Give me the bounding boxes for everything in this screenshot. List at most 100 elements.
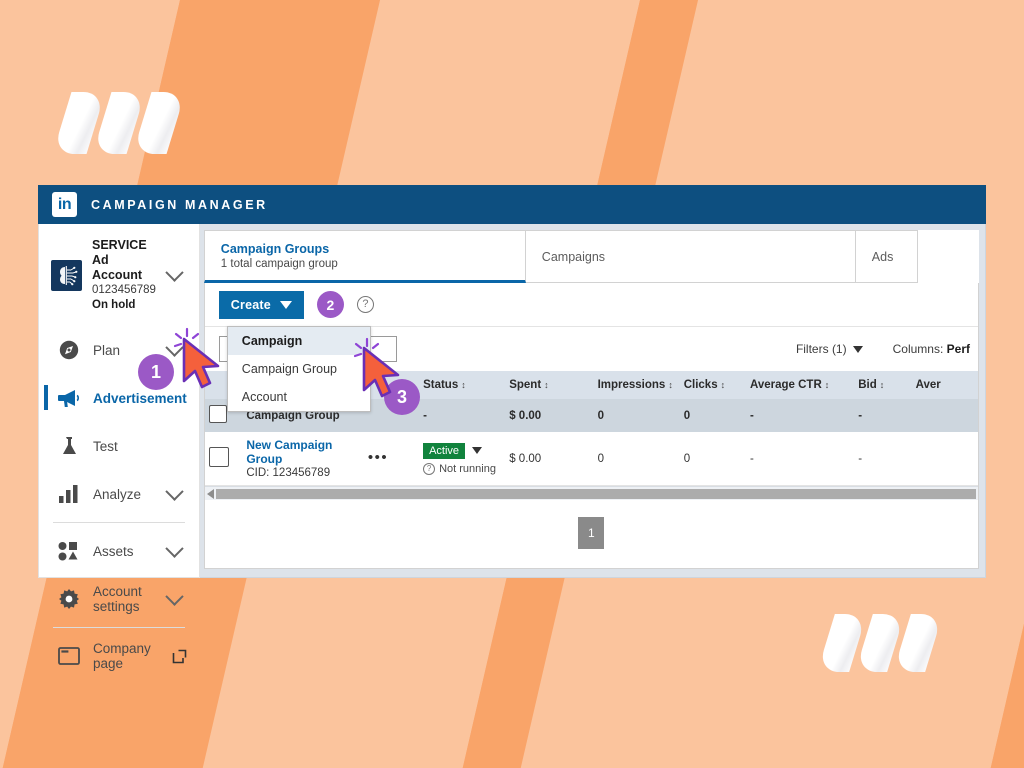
chevron-down-icon	[279, 300, 292, 309]
row-name-cell: New Campaign Group CID: 123456789	[242, 432, 364, 486]
app-header: in CAMPAIGN MANAGER	[38, 185, 986, 224]
shapes-icon	[57, 539, 81, 563]
create-dropdown-menu: Campaign Campaign Group Account	[226, 326, 371, 412]
sidebar-item-assets[interactable]: Assets	[51, 527, 187, 575]
brain-network-icon	[51, 260, 82, 291]
chevron-down-icon[interactable]	[165, 538, 184, 558]
step-marker-1: 1	[138, 354, 174, 390]
tab-label: Ads	[871, 249, 894, 264]
summary-average-ctr: -	[745, 399, 855, 432]
filters-dropdown[interactable]: Filters (1)	[796, 342, 863, 356]
sidebar: SERVICE Ad Account 0123456789 On hold Pl…	[38, 224, 200, 671]
account-id: 0123456789	[92, 284, 156, 296]
row-checkbox-cell	[204, 432, 243, 486]
summary-bid: -	[854, 399, 912, 432]
row-aver	[911, 432, 978, 486]
account-meta: 0123456789 On hold	[92, 283, 158, 313]
sort-updown-icon: ↕	[461, 380, 466, 390]
megaphone-icon	[57, 386, 81, 410]
create-button-label: Create	[230, 297, 271, 312]
menu-item-campaign-group[interactable]: Campaign Group	[228, 355, 370, 383]
gear-icon	[57, 587, 81, 611]
th-aver[interactable]: Aver	[911, 371, 978, 399]
columns-label: Columns:	[892, 342, 944, 356]
tab-label: Campaign Groups	[220, 241, 330, 256]
menu-item-campaign[interactable]: Campaign	[227, 327, 370, 355]
caret-left-icon[interactable]	[206, 488, 214, 499]
campaign-group-name[interactable]: New Campaign Group	[246, 438, 360, 466]
row-average-ctr: -	[745, 432, 855, 486]
sidebar-item-label: Test	[93, 438, 118, 454]
row-impressions: 0	[593, 432, 680, 486]
status-note: ? Not running	[423, 462, 501, 475]
toolbar: Create 2 ?	[205, 283, 978, 326]
summary-spent: $ 0.00	[505, 399, 594, 432]
account-selector[interactable]: SERVICE Ad Account 0123456789 On hold	[39, 224, 199, 326]
th-impressions[interactable]: Impressions ↕	[593, 371, 680, 399]
th-clicks[interactable]: Clicks ↕	[679, 371, 746, 399]
more-horizontal-icon[interactable]: •••	[368, 449, 388, 466]
main-content: Campaign Groups 1 total campaign group C…	[199, 224, 986, 578]
tab-campaign-groups[interactable]: Campaign Groups 1 total campaign group	[203, 230, 526, 283]
sidebar-item-label: Advertisement	[93, 390, 187, 406]
horizontal-scrollbar[interactable]	[204, 486, 978, 500]
row-actions-cell: •••	[363, 432, 420, 486]
th-status[interactable]: Status ↕	[419, 371, 506, 399]
click-sparkle-icon	[173, 327, 200, 348]
table-row[interactable]: New Campaign Group CID: 123456789 ••• Ac…	[204, 432, 978, 486]
page-button-1[interactable]: 1	[578, 516, 605, 549]
columns-selector[interactable]: Columns: Perf	[893, 342, 970, 356]
sidebar-item-label: Account settings	[93, 584, 142, 614]
th-bid[interactable]: Bid ↕	[854, 371, 912, 399]
external-link-icon[interactable]	[172, 649, 187, 664]
columns-value: Perf	[946, 342, 970, 356]
sidebar-item-analyze[interactable]: Analyze	[51, 470, 187, 518]
th-average-ctr[interactable]: Average CTR ↕	[745, 371, 855, 399]
filters-label: Filters (1)	[795, 342, 847, 356]
summary-impressions: 0	[593, 399, 680, 432]
th-spent[interactable]: Spent ↕	[505, 371, 594, 399]
caret-down-icon[interactable]	[472, 447, 483, 454]
sidebar-item-company-page[interactable]: Company page	[51, 632, 187, 680]
menu-item-account[interactable]: Account	[228, 383, 370, 411]
bar-chart-icon	[57, 482, 81, 506]
sidebar-divider	[53, 522, 185, 523]
row-checkbox[interactable]	[208, 447, 229, 467]
decorative-brand-mark	[817, 614, 943, 672]
flask-icon	[57, 434, 81, 458]
content-panel: Create 2 ? Filters (1) Columns: Perf Sta…	[203, 283, 979, 569]
sidebar-nav: Plan Advertisement Test Analyze Assets A…	[39, 326, 199, 680]
question-mark-icon[interactable]: ?	[356, 296, 374, 313]
sidebar-divider	[53, 627, 185, 628]
summary-clicks: 0	[679, 399, 746, 432]
sort-updown-icon: ↕	[720, 380, 726, 390]
tab-campaigns[interactable]: Campaigns	[525, 230, 856, 283]
decorative-brand-mark	[52, 92, 186, 154]
tab-ads[interactable]: Ads	[855, 230, 918, 283]
row-spent: $ 0.00	[505, 432, 594, 486]
sidebar-item-test[interactable]: Test	[51, 422, 187, 470]
step-marker-2: 2	[316, 291, 344, 318]
tab-bar: Campaign Groups 1 total campaign group C…	[203, 230, 979, 283]
sort-updown-icon: ↕	[668, 380, 673, 390]
create-button[interactable]: Create	[218, 290, 304, 319]
sidebar-item-label: Assets	[93, 543, 134, 559]
tab-label: Campaigns	[541, 249, 606, 264]
sidebar-item-account-settings[interactable]: Account settings	[51, 575, 187, 623]
linkedin-in-logo: in	[52, 192, 77, 217]
summary-aver	[911, 399, 978, 432]
pagination: 1	[204, 500, 978, 565]
scrollbar-thumb[interactable]	[215, 488, 976, 499]
account-name: SERVICE Ad Account	[92, 238, 147, 282]
screenshot-canvas: in CAMPAIGN MANAGER SERVICE Ad Account 0…	[0, 0, 1024, 768]
chevron-down-icon[interactable]	[165, 481, 184, 501]
summary-status: -	[419, 399, 506, 432]
status-badge: Active	[423, 442, 466, 459]
question-mark-icon: ?	[423, 462, 436, 475]
chevron-down-icon[interactable]	[165, 263, 184, 282]
row-checkbox[interactable]	[208, 405, 227, 423]
sidebar-item-label: Analyze	[93, 486, 142, 502]
caret-down-icon	[852, 345, 863, 353]
sort-updown-icon: ↕	[879, 380, 885, 390]
chevron-down-icon[interactable]	[165, 586, 184, 606]
